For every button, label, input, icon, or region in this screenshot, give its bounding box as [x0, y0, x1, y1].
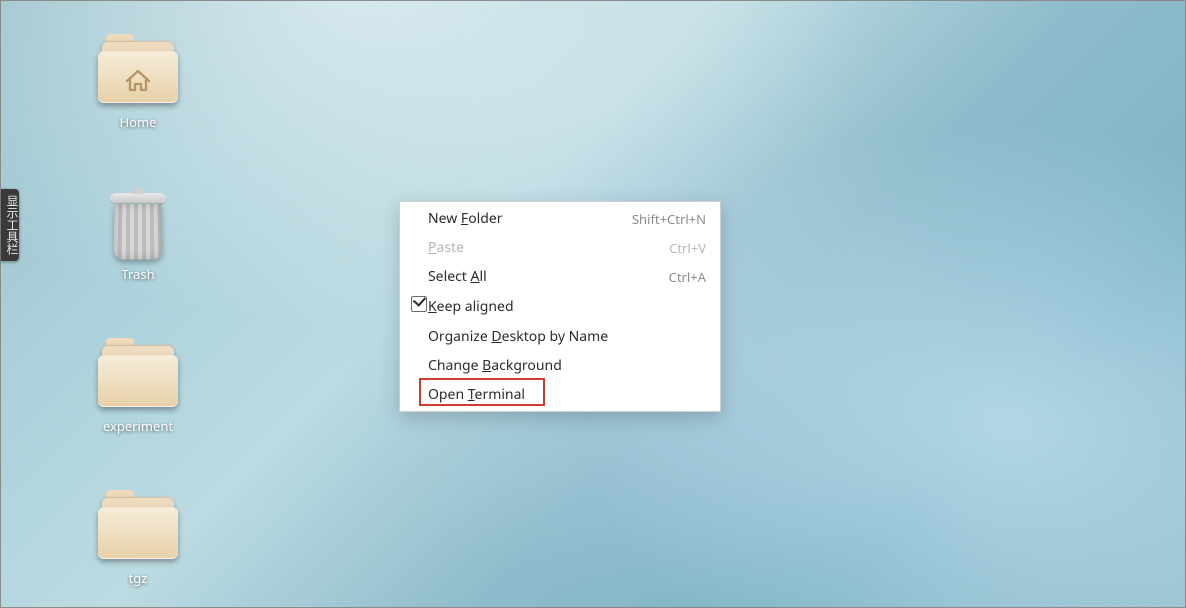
- folder-icon: [98, 497, 178, 563]
- menu-item-organize-desktop[interactable]: Organize Desktop by Name: [400, 322, 720, 351]
- desktop-context-menu: New Folder Shift+Ctrl+N Paste Ctrl+V Sel…: [399, 201, 721, 412]
- home-glyph-icon: [98, 63, 178, 101]
- checkbox-checked-icon: [411, 296, 427, 312]
- desktop-icon-label: experiment: [83, 417, 193, 435]
- show-toolbar-tab[interactable]: 显示工具栏: [1, 189, 19, 261]
- menu-item-accelerator: Shift+Ctrl+N: [632, 210, 706, 228]
- menu-item-new-folder[interactable]: New Folder Shift+Ctrl+N: [400, 204, 720, 233]
- desktop-icon-home[interactable]: Home: [83, 41, 193, 131]
- desktop-icon-tgz[interactable]: tgz: [83, 497, 193, 587]
- menu-item-label: Keep aligned: [428, 297, 706, 316]
- menu-item-accelerator: Ctrl+V: [669, 239, 706, 257]
- menu-item-label: Select All: [428, 267, 669, 286]
- menu-item-label: Change Background: [428, 356, 706, 375]
- menu-item-label: Open Terminal: [428, 385, 706, 404]
- menu-item-label: New Folder: [428, 209, 632, 228]
- desktop-icon-label: tgz: [83, 569, 193, 587]
- menu-item-label: Paste: [428, 238, 669, 257]
- desktop-icon-trash[interactable]: Trash: [83, 193, 193, 283]
- menu-item-accelerator: Ctrl+A: [669, 268, 706, 286]
- menu-item-checkbox: [410, 296, 428, 317]
- trash-icon: [98, 193, 178, 259]
- menu-item-select-all[interactable]: Select All Ctrl+A: [400, 262, 720, 291]
- desktop-icon-label: Trash: [83, 265, 193, 283]
- desktop-icon-experiment[interactable]: experiment: [83, 345, 193, 435]
- desktop[interactable]: 显示工具栏 Home Trash experiment tgz: [0, 0, 1186, 608]
- menu-item-change-background[interactable]: Change Background: [400, 351, 720, 380]
- menu-item-keep-aligned[interactable]: Keep aligned: [400, 291, 720, 322]
- menu-item-paste: Paste Ctrl+V: [400, 233, 720, 262]
- menu-item-open-terminal[interactable]: Open Terminal: [400, 380, 720, 409]
- folder-icon: [98, 345, 178, 411]
- desktop-icon-label: Home: [83, 113, 193, 131]
- folder-home-icon: [98, 41, 178, 107]
- menu-item-label: Organize Desktop by Name: [428, 327, 706, 346]
